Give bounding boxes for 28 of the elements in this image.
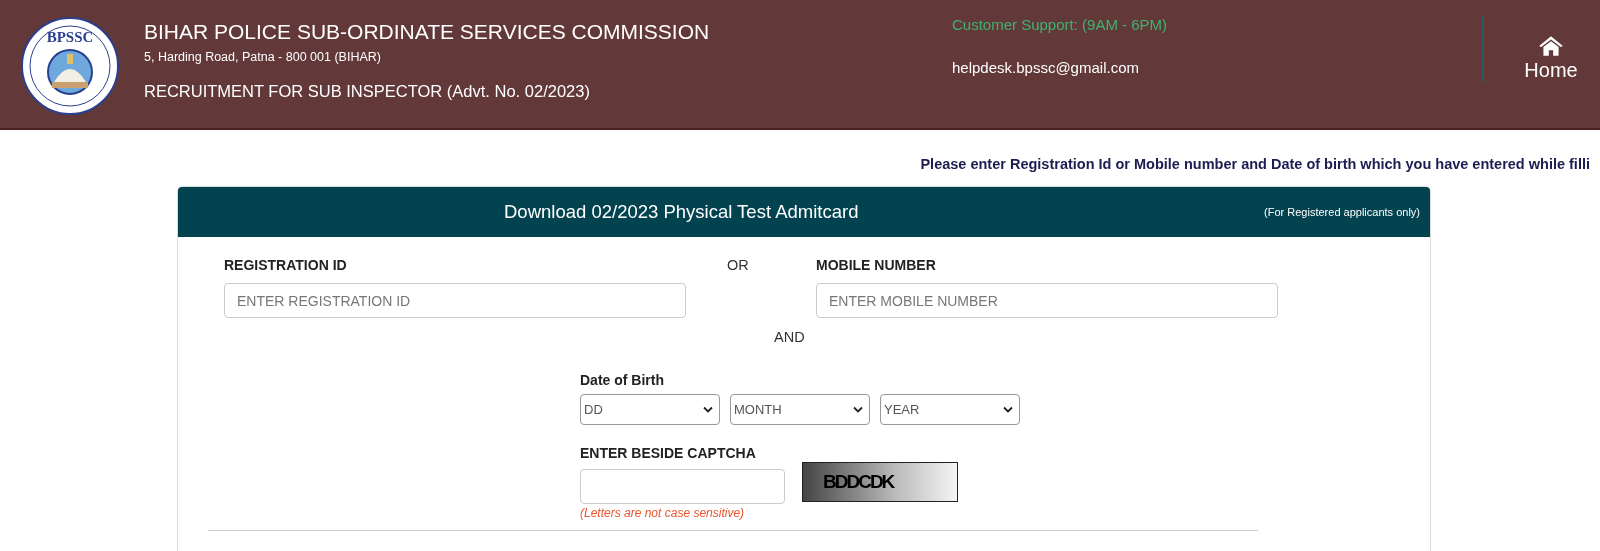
date-dropdown[interactable]: MONTH: [730, 394, 870, 425]
caret-icon: [853, 406, 863, 413]
home-link[interactable]: Home: [1482, 16, 1592, 82]
logo-icon: BPSSC: [20, 16, 120, 116]
captcha-hint: (Letters are not case sensitive): [580, 506, 746, 520]
caret-icon: [1003, 406, 1013, 413]
address-text: 5, Harding Road, Patna - 800 001 (BIHAR): [144, 50, 382, 64]
instruction-text: Please enter Registration Id or Mobile number and Date of birth which you have entered while filli: [920, 156, 1590, 174]
field-label: REGISTRATION ID: [224, 257, 348, 275]
registration-id-field[interactable]: ENTER REGISTRATION ID: [224, 283, 686, 318]
mobile-number-field[interactable]: ENTER MOBILE NUMBER: [816, 283, 1278, 318]
and-text: AND: [774, 329, 805, 345]
card-note: (For Registered applicants only): [1264, 206, 1420, 218]
field-label: ENTER BESIDE CAPTCHA: [580, 445, 757, 463]
recruitment-title: RECRUITMENT FOR SUB INSPECTOR (Advt. No. 02/2023): [144, 82, 591, 101]
or-text: OR: [727, 257, 749, 273]
email-text: helpdesk.bpssc@gmail.com: [952, 59, 1140, 76]
captcha-field[interactable]: [580, 469, 785, 504]
card-title: Download 02/2023 Physical Test Admitcard: [504, 201, 859, 223]
date-dropdown[interactable]: DD: [580, 394, 720, 425]
caret-icon: [703, 406, 713, 413]
field-label: Date of Birth: [580, 372, 665, 390]
field-label: MOBILE NUMBER: [816, 257, 937, 275]
home-icon: [1538, 35, 1564, 57]
captcha-image: BDDCDK: [802, 462, 958, 502]
support-hours: Customer Support: (9AM - 6PM): [952, 16, 1169, 33]
date-dropdown[interactable]: YEAR: [880, 394, 1020, 425]
organization-title: BIHAR POLICE SUB-ORDINATE SERVICES COMMISSION: [144, 20, 711, 44]
